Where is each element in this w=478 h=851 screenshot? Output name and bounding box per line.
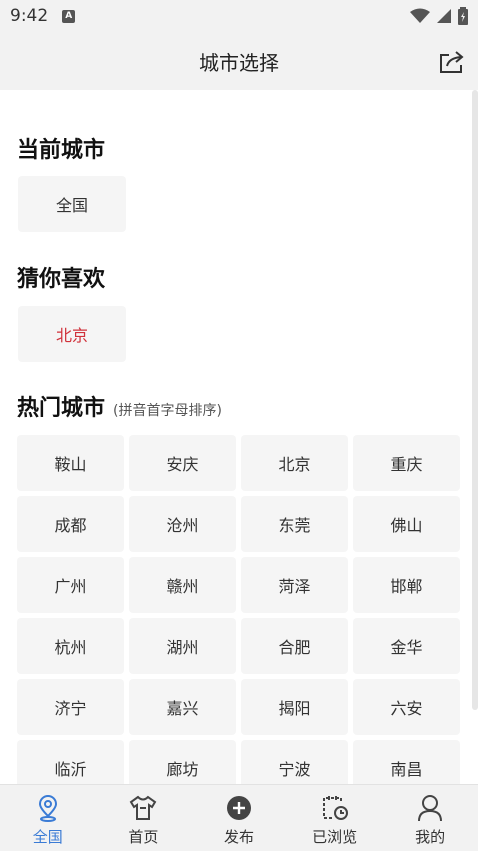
tab-label: 首页 xyxy=(128,828,159,846)
tab-label: 已浏览 xyxy=(312,828,358,846)
tab-label: 全国 xyxy=(32,828,63,846)
tab-mine[interactable]: 我的 xyxy=(382,785,478,851)
hot-city-chip[interactable]: 佛山 xyxy=(353,496,460,552)
hot-city-chip[interactable]: 嘉兴 xyxy=(129,679,236,735)
hot-city-chip[interactable]: 北京 xyxy=(241,435,348,491)
nav-bar: 城市选择 xyxy=(0,32,478,90)
hot-city-chip[interactable]: 邯郸 xyxy=(353,557,460,613)
hot-city-chip[interactable]: 金华 xyxy=(353,618,460,674)
bottom-tab-bar: 全国 首页 发布 已浏览 我的 xyxy=(0,784,478,851)
tab-publish[interactable]: 发布 xyxy=(191,785,287,851)
hot-city-chip[interactable]: 安庆 xyxy=(129,435,236,491)
tab-label: 发布 xyxy=(223,828,254,846)
tab-nationwide[interactable]: 全国 xyxy=(0,785,96,851)
current-city-title: 当前城市 xyxy=(17,138,106,163)
tab-browsed[interactable]: 已浏览 xyxy=(287,785,383,851)
battery-icon xyxy=(458,7,468,25)
user-icon xyxy=(415,793,445,823)
guess-title: 猜你喜欢 xyxy=(17,267,106,292)
page-title: 城市选择 xyxy=(199,50,279,75)
share-icon xyxy=(440,51,464,73)
hot-city-chip[interactable]: 揭阳 xyxy=(241,679,348,735)
hot-city-chip[interactable]: 南昌 xyxy=(353,740,460,784)
hot-city-chip[interactable]: 济宁 xyxy=(17,679,124,735)
status-icons xyxy=(410,7,468,25)
share-button[interactable] xyxy=(438,48,466,76)
history-calendar-icon xyxy=(320,793,350,823)
current-city-heading: 当前城市 xyxy=(17,132,105,164)
hot-city-chip[interactable]: 广州 xyxy=(17,557,124,613)
hot-city-chip[interactable]: 合肥 xyxy=(241,618,348,674)
hot-city-chip[interactable]: 宁波 xyxy=(241,740,348,784)
hot-city-chip[interactable]: 赣州 xyxy=(129,557,236,613)
hot-city-chip[interactable]: 沧州 xyxy=(129,496,236,552)
hot-city-chip[interactable]: 临沂 xyxy=(17,740,124,784)
hot-city-chip[interactable]: 廊坊 xyxy=(129,740,236,784)
current-city-chip[interactable]: 全国 xyxy=(18,176,126,232)
hot-city-chip[interactable]: 杭州 xyxy=(17,618,124,674)
signal-icon xyxy=(437,9,451,23)
hot-city-chip[interactable]: 东莞 xyxy=(241,496,348,552)
location-pin-icon xyxy=(33,793,63,823)
hot-city-chip[interactable]: 成都 xyxy=(17,496,124,552)
plus-circle-icon xyxy=(224,793,254,823)
scrollbar[interactable] xyxy=(472,90,478,710)
shirt-icon xyxy=(128,793,158,823)
city-list-content[interactable]: 当前城市 全国 猜你喜欢 北京 热门城市 (拼音首字母排序) 鞍山 安庆 北京 重庆成… xyxy=(0,90,472,784)
status-bar: 9:42 A xyxy=(0,0,478,32)
wifi-icon xyxy=(410,8,430,23)
hot-city-heading: 热门城市 (拼音首字母排序) xyxy=(17,390,222,422)
hot-city-title: 热门城市 xyxy=(17,396,106,421)
hot-city-chip[interactable]: 湖州 xyxy=(129,618,236,674)
tab-label: 我的 xyxy=(415,828,446,846)
guess-city-chip[interactable]: 北京 xyxy=(18,306,126,362)
hot-city-subtitle: (拼音首字母排序) xyxy=(113,403,222,419)
tab-home[interactable]: 首页 xyxy=(96,785,192,851)
hot-city-chip[interactable]: 鞍山 xyxy=(17,435,124,491)
hot-city-chip[interactable]: 六安 xyxy=(353,679,460,735)
status-time: 9:42 xyxy=(10,6,49,26)
hot-city-chip[interactable]: 菏泽 xyxy=(241,557,348,613)
notification-icon: A xyxy=(62,9,76,23)
guess-heading: 猜你喜欢 xyxy=(17,261,105,293)
hot-city-chip[interactable]: 重庆 xyxy=(353,435,460,491)
